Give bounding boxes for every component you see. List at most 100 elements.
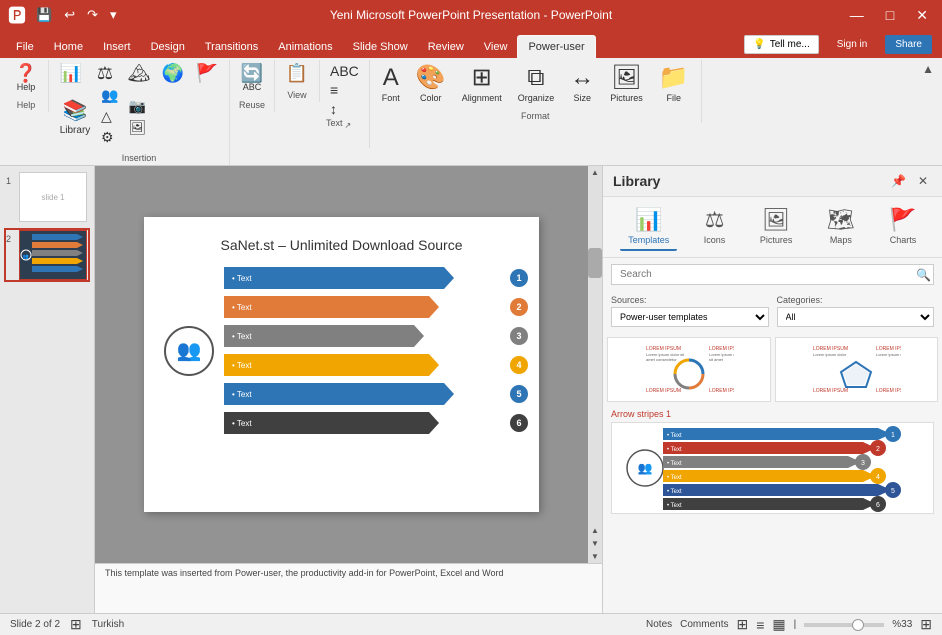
people-button[interactable]: 👥 bbox=[97, 86, 122, 105]
undo-button[interactable]: ↩ bbox=[60, 5, 79, 25]
text-expand-icon[interactable]: ↗ bbox=[345, 121, 352, 130]
tab-power-user[interactable]: Power-user bbox=[517, 35, 595, 58]
svg-text:• Text: • Text bbox=[667, 489, 682, 495]
color-button[interactable]: 🎨 Color bbox=[410, 62, 452, 105]
shape-icon: △ bbox=[101, 108, 112, 125]
fit-page-button[interactable]: ⊞ bbox=[920, 616, 932, 633]
lib-tab-pictures[interactable]: 🖼 Pictures bbox=[752, 203, 801, 251]
comments-button[interactable]: Comments bbox=[680, 619, 728, 630]
tab-animations[interactable]: Animations bbox=[268, 36, 342, 58]
maximize-button[interactable]: □ bbox=[880, 5, 900, 25]
text-btn3[interactable]: ↕ bbox=[326, 100, 363, 118]
tab-maps-label: Maps bbox=[830, 235, 852, 245]
image-button[interactable]: 🖼 bbox=[124, 118, 150, 137]
svg-text:• Text: • Text bbox=[667, 503, 682, 509]
settings-button[interactable]: ⚙ bbox=[97, 128, 122, 147]
abc3-icon: ↕ bbox=[330, 101, 337, 117]
scroll-down-button[interactable]: ▼ bbox=[589, 537, 601, 550]
size-button[interactable]: ↔ Size bbox=[564, 62, 600, 105]
sign-in-button[interactable]: Sign in bbox=[827, 35, 878, 54]
view-slide-button[interactable]: ▦ bbox=[772, 616, 785, 633]
customize-button[interactable]: ▾ bbox=[106, 5, 121, 25]
text-btn2[interactable]: ≡ bbox=[326, 81, 363, 99]
scroll-track[interactable] bbox=[588, 179, 602, 524]
picture-insert-button[interactable]: 🏔 bbox=[123, 62, 155, 84]
slide-2-preview: 👥 bbox=[20, 231, 86, 279]
sources-select[interactable]: Power-user templates bbox=[611, 307, 769, 327]
icon-insert-button[interactable]: ⚖ bbox=[89, 62, 121, 84]
share-button[interactable]: Share bbox=[885, 35, 932, 54]
chart-insert-button[interactable]: 📊 bbox=[55, 62, 87, 84]
scroll-up-button[interactable]: ▲ bbox=[589, 166, 601, 179]
lib-item-2[interactable]: LOREM IPSUM Lorem ipsum dolor LOREM IPSU… bbox=[775, 337, 939, 402]
library-pin-button[interactable]: 📌 bbox=[887, 172, 910, 190]
view-normal-button[interactable]: ⊞ bbox=[737, 616, 749, 633]
pictures-button[interactable]: 🖼 Pictures bbox=[604, 62, 649, 105]
people-circle: 👥 bbox=[164, 326, 214, 376]
slide-view: SaNet.st – Unlimited Download Source 👥 •… bbox=[95, 166, 588, 563]
font-button[interactable]: A Font bbox=[376, 62, 406, 105]
map-insert-button[interactable]: 🌍 bbox=[157, 62, 189, 84]
notes-text: This template was inserted from Power-us… bbox=[105, 568, 504, 578]
flag-icon: 🚩 bbox=[196, 64, 218, 82]
tab-review[interactable]: Review bbox=[418, 36, 474, 58]
lib-item-1[interactable]: LOREM IPSUM Lorem ipsum dolor sit amet c… bbox=[607, 337, 771, 402]
tab-slideshow[interactable]: Slide Show bbox=[343, 36, 418, 58]
tab-file[interactable]: File bbox=[6, 36, 44, 58]
fit-slide-button[interactable]: ⊞ bbox=[70, 616, 82, 633]
organize-button[interactable]: ⧉ Organize bbox=[512, 62, 561, 105]
view-outline-button[interactable]: ≡ bbox=[756, 617, 764, 633]
alignment-button[interactable]: ⊞ Alignment bbox=[456, 62, 508, 105]
arrow-3: • Text bbox=[224, 325, 424, 347]
slide-thumb-2[interactable]: 2 👥 bbox=[4, 228, 90, 282]
lib-tab-charts[interactable]: 🚩 Charts bbox=[881, 203, 924, 251]
arrow-row-1: • Text 1 bbox=[224, 265, 519, 291]
tell-me-input[interactable]: 💡 Tell me... bbox=[744, 35, 818, 54]
redo-button[interactable]: ↷ bbox=[83, 5, 102, 25]
slide-canvas[interactable]: SaNet.st – Unlimited Download Source 👥 •… bbox=[144, 217, 539, 512]
notes-button[interactable]: Notes bbox=[646, 619, 672, 630]
shape-button[interactable]: △ bbox=[97, 107, 122, 126]
slide-num-2: 2 bbox=[6, 234, 16, 244]
tab-home[interactable]: Home bbox=[44, 36, 93, 58]
minimize-button[interactable]: — bbox=[844, 5, 870, 25]
tab-view[interactable]: View bbox=[474, 36, 518, 58]
slide-content: 👥 • Text 1 bbox=[164, 265, 519, 436]
search-input[interactable] bbox=[611, 264, 934, 285]
tab-insert[interactable]: Insert bbox=[93, 36, 141, 58]
tab-icons-label: Icons bbox=[704, 235, 726, 245]
scroll-thumb[interactable] bbox=[588, 248, 602, 278]
zoom-thumb[interactable] bbox=[852, 619, 864, 631]
scroll-up2-button[interactable]: ▲ bbox=[589, 524, 601, 537]
close-button[interactable]: ✕ bbox=[910, 5, 934, 26]
arrow-stripes-preview[interactable]: 👥 1 • Text 2 • Text 3 • Tex bbox=[611, 422, 934, 514]
slide-thumb-1[interactable]: 1 slide 1 bbox=[4, 170, 90, 224]
categories-select[interactable]: All bbox=[777, 307, 935, 327]
help-button[interactable]: ❓ Help bbox=[10, 62, 42, 94]
ribbon-collapse-button[interactable]: ▲ bbox=[918, 60, 938, 78]
lib-tab-templates[interactable]: 📊 Templates bbox=[620, 203, 677, 251]
tab-transitions[interactable]: Transitions bbox=[195, 36, 268, 58]
scroll-down2-button[interactable]: ▼ bbox=[589, 550, 601, 563]
save-button[interactable]: 💾 bbox=[32, 5, 56, 25]
text-btn1[interactable]: ABC bbox=[326, 62, 363, 80]
flag-insert-button[interactable]: 🚩 bbox=[191, 62, 223, 84]
reuse-button[interactable]: 🔄 ABC bbox=[236, 62, 268, 94]
image-icon: 🖼 bbox=[128, 119, 146, 136]
zoom-slider[interactable] bbox=[804, 623, 884, 627]
view-icon: 📋 bbox=[286, 64, 308, 82]
camera-button[interactable]: 📷 bbox=[124, 97, 150, 116]
lib-tab-icons[interactable]: ⚖ Icons bbox=[696, 203, 734, 251]
search-button[interactable]: 🔍 bbox=[916, 268, 931, 282]
library-button[interactable]: 📚 Library bbox=[55, 97, 95, 137]
library-icon: 📚 bbox=[63, 98, 88, 123]
lib-tab-maps[interactable]: 🗺 Maps bbox=[819, 203, 863, 251]
categories-label: Categories: bbox=[777, 295, 935, 305]
vertical-scrollbar[interactable]: ▲ ▲ ▼ ▼ bbox=[588, 166, 602, 563]
tab-design[interactable]: Design bbox=[141, 36, 195, 58]
font-label: Font bbox=[382, 93, 400, 103]
file-button[interactable]: 📁 File bbox=[653, 62, 695, 105]
library-close-button[interactable]: ✕ bbox=[914, 172, 932, 190]
view-button[interactable]: 📋 bbox=[281, 62, 313, 84]
file-icon: 📁 bbox=[659, 64, 689, 93]
